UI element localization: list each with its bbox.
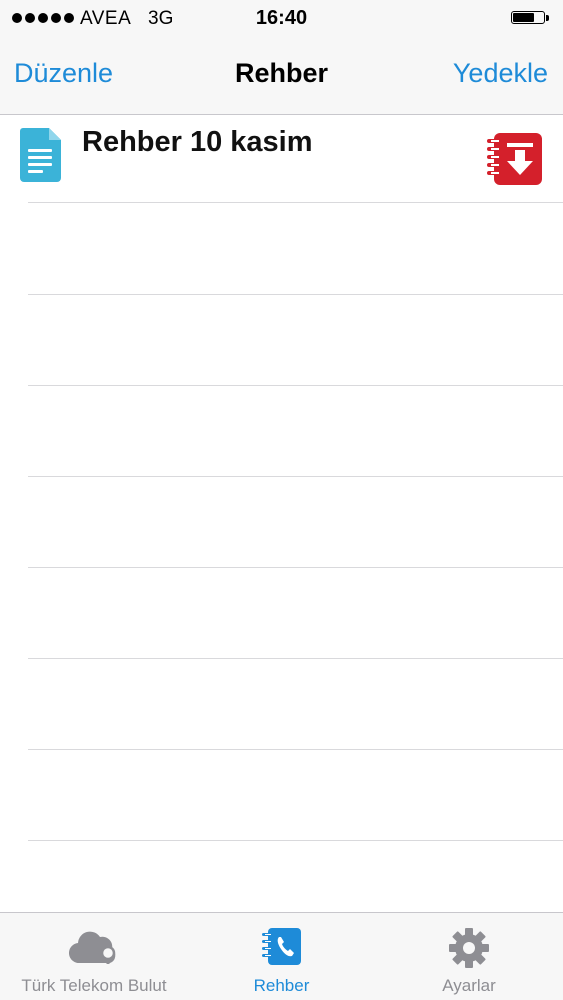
battery-icon: [511, 11, 551, 26]
list-item[interactable]: Rehber 10 kasim: [0, 115, 563, 203]
restore-icon[interactable]: [486, 131, 544, 187]
cloud-icon: [68, 931, 116, 964]
phone-screen: AVEA 3G 16:40 Düzenle Rehber Yedekle Reh…: [0, 0, 563, 1000]
tab-rehber[interactable]: Rehber: [188, 913, 375, 1000]
row-divider: [28, 658, 563, 659]
gear-icon: [449, 928, 489, 968]
status-bar: AVEA 3G 16:40: [0, 0, 563, 36]
tab-ayarlar[interactable]: Ayarlar: [375, 913, 563, 1000]
row-divider: [28, 749, 563, 750]
tab-label: Ayarlar: [442, 976, 496, 995]
row-divider: [28, 476, 563, 477]
row-divider: [28, 840, 563, 841]
document-icon: [20, 128, 61, 182]
backup-list: Rehber 10 kasim: [0, 115, 563, 841]
navigation-bar: Düzenle Rehber Yedekle: [0, 36, 563, 115]
backup-button[interactable]: Yedekle: [453, 58, 548, 89]
row-divider: [28, 567, 563, 568]
tab-label: Türk Telekom Bulut: [21, 976, 167, 995]
contacts-icon: [261, 928, 301, 965]
status-time: 16:40: [255, 7, 308, 29]
tab-label: Rehber: [253, 976, 310, 995]
row-divider: [28, 385, 563, 386]
row-divider: [28, 294, 563, 295]
row-divider: [28, 202, 563, 203]
list-item-title: Rehber 10 kasim: [82, 126, 313, 158]
tab-turk-telekom-bulut[interactable]: Türk Telekom Bulut: [0, 913, 188, 1000]
tab-bar: Türk Telekom Bulut Rehber Ayarlar: [0, 912, 563, 1000]
